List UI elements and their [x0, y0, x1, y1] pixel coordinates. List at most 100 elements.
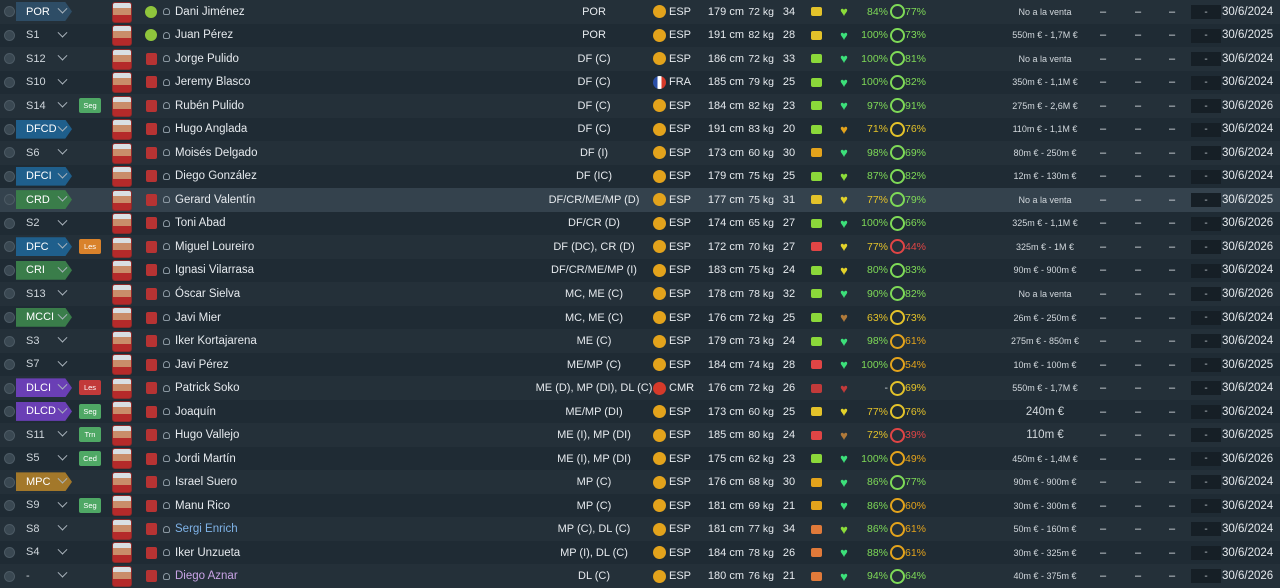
position-selector[interactable]: MCCI — [16, 307, 72, 327]
table-row[interactable]: S7 Javi Pérez ME/MP (C) ESP 184 cm 74 kg… — [0, 352, 1280, 377]
player-name-link[interactable]: Iker Kortajarena — [175, 329, 375, 353]
player-face-avatar[interactable] — [111, 283, 133, 305]
player-name-link[interactable]: Iker Unzueta — [175, 541, 375, 565]
row-select-icon[interactable] — [3, 423, 15, 447]
row-select-icon[interactable] — [3, 447, 15, 471]
player-name-link[interactable]: Hugo Vallejo — [175, 423, 375, 447]
position-selector[interactable]: DFCD — [16, 119, 72, 139]
table-row[interactable]: S5 Ced Jordi Martín ME (I), MP (DI) ESP … — [0, 446, 1280, 471]
table-row[interactable]: MCCI Javi Mier MC, ME (C) ESP 176 cm 72 … — [0, 305, 1280, 330]
player-name-link[interactable]: Rubén Pulido — [175, 94, 375, 118]
table-row[interactable]: MPC Israel Suero MP (C) ESP 176 cm 68 kg… — [0, 470, 1280, 494]
player-name-link[interactable]: Javi Pérez — [175, 353, 375, 377]
player-face-avatar[interactable] — [111, 72, 133, 94]
position-selector[interactable]: CRI — [16, 260, 72, 280]
player-face-avatar[interactable] — [111, 471, 133, 493]
position-selector[interactable]: S6 — [16, 143, 72, 162]
row-select-icon[interactable] — [3, 494, 15, 518]
player-face-avatar[interactable] — [111, 1, 133, 23]
row-select-icon[interactable] — [3, 118, 15, 142]
table-row[interactable]: S1 Juan Pérez POR ESP 191 cm 82 kg 28 ♥ … — [0, 23, 1280, 48]
table-row[interactable]: DFCD Hugo Anglada DF (C) ESP 191 cm 83 k… — [0, 117, 1280, 142]
player-name-link[interactable]: Diego Aznar — [175, 564, 375, 588]
player-face-avatar[interactable] — [111, 189, 133, 211]
table-row[interactable]: POR Dani Jiménez POR ESP 179 cm 72 kg 34… — [0, 0, 1280, 24]
player-face-avatar[interactable] — [111, 495, 133, 517]
row-select-icon[interactable] — [3, 517, 15, 541]
table-row[interactable]: S13 Óscar Sielva MC, ME (C) ESP 178 cm 7… — [0, 282, 1280, 306]
table-row[interactable]: S11 Trn Hugo Vallejo ME (I), MP (DI) ESP… — [0, 423, 1280, 447]
position-selector[interactable]: S4 — [16, 543, 72, 562]
player-face-avatar[interactable] — [111, 330, 133, 352]
player-name-link[interactable]: Joaquín — [175, 400, 375, 424]
table-row[interactable]: S6 Moisés Delgado DF (I) ESP 173 cm 60 k… — [0, 141, 1280, 165]
position-selector[interactable]: S13 — [16, 284, 72, 303]
player-face-avatar[interactable] — [111, 377, 133, 399]
position-selector[interactable]: - — [16, 566, 72, 585]
position-selector[interactable]: S8 — [16, 519, 72, 538]
position-selector[interactable]: S14 — [16, 96, 72, 115]
position-selector[interactable]: S5 — [16, 449, 72, 468]
player-face-avatar[interactable] — [111, 401, 133, 423]
player-name-link[interactable]: Toni Abad — [175, 212, 375, 236]
player-face-avatar[interactable] — [111, 213, 133, 235]
player-name-link[interactable]: Ignasi Vilarrasa — [175, 259, 375, 283]
player-face-avatar[interactable] — [111, 542, 133, 564]
row-select-icon[interactable] — [3, 0, 15, 24]
position-selector[interactable]: MPC — [16, 472, 72, 492]
row-select-icon[interactable] — [3, 212, 15, 236]
player-face-avatar[interactable] — [111, 25, 133, 47]
player-name-link[interactable]: Óscar Sielva — [175, 282, 375, 306]
table-row[interactable]: S3 Iker Kortajarena ME (C) ESP 179 cm 73… — [0, 329, 1280, 353]
position-selector[interactable]: DFC — [16, 237, 72, 257]
position-selector[interactable]: CRD — [16, 190, 72, 210]
table-row[interactable]: DFCI Diego González DF (IC) ESP 179 cm 7… — [0, 164, 1280, 189]
player-face-avatar[interactable] — [111, 142, 133, 164]
player-name-link[interactable]: Miguel Loureiro — [175, 235, 375, 259]
player-name-link[interactable]: Jeremy Blasco — [175, 71, 375, 95]
position-selector[interactable]: DLCD — [16, 401, 72, 421]
position-selector[interactable]: S10 — [16, 73, 72, 92]
player-face-avatar[interactable] — [111, 307, 133, 329]
player-name-link[interactable]: Jordi Martín — [175, 447, 375, 471]
player-name-link[interactable]: Dani Jiménez — [175, 0, 375, 24]
player-name-link[interactable]: Javi Mier — [175, 306, 375, 330]
player-name-link[interactable]: Sergi Enrich — [175, 517, 375, 541]
table-row[interactable]: DFC Les Miguel Loureiro DF (DC), CR (D) … — [0, 235, 1280, 259]
position-selector[interactable]: S2 — [16, 214, 72, 233]
table-row[interactable]: - Diego Aznar DL (C) ESP 180 cm 76 kg 21… — [0, 564, 1280, 588]
player-name-link[interactable]: Manu Rico — [175, 494, 375, 518]
table-row[interactable]: DLCD Seg Joaquín ME/MP (DI) ESP 173 cm 6… — [0, 399, 1280, 424]
player-face-avatar[interactable] — [111, 260, 133, 282]
table-row[interactable]: S2 Toni Abad DF/CR (D) ESP 174 cm 65 kg … — [0, 211, 1280, 236]
table-row[interactable]: DLCI Les Patrick Soko ME (D), MP (DI), D… — [0, 376, 1280, 400]
table-row[interactable]: S8 Sergi Enrich MP (C), DL (C) ESP 181 c… — [0, 517, 1280, 541]
player-name-link[interactable]: Jorge Pulido — [175, 47, 375, 71]
player-name-link[interactable]: Diego González — [175, 165, 375, 189]
row-select-icon[interactable] — [3, 47, 15, 71]
table-row[interactable]: S14 Seg Rubén Pulido DF (C) ESP 184 cm 8… — [0, 94, 1280, 118]
row-select-icon[interactable] — [3, 71, 15, 95]
player-face-avatar[interactable] — [111, 424, 133, 446]
player-name-link[interactable]: Juan Pérez — [175, 24, 375, 48]
player-name-link[interactable]: Moisés Delgado — [175, 141, 375, 165]
player-face-avatar[interactable] — [111, 48, 133, 70]
player-face-avatar[interactable] — [111, 166, 133, 188]
row-select-icon[interactable] — [3, 306, 15, 330]
position-selector[interactable]: S7 — [16, 355, 72, 374]
position-selector[interactable]: S3 — [16, 331, 72, 350]
row-select-icon[interactable] — [3, 376, 15, 400]
row-select-icon[interactable] — [3, 165, 15, 189]
position-selector[interactable]: S1 — [16, 26, 72, 45]
table-row[interactable]: S9 Seg Manu Rico MP (C) ESP 181 cm 69 kg… — [0, 493, 1280, 518]
row-select-icon[interactable] — [3, 24, 15, 48]
position-selector[interactable]: DLCI — [16, 378, 72, 398]
row-select-icon[interactable] — [3, 259, 15, 283]
player-name-link[interactable]: Hugo Anglada — [175, 118, 375, 142]
player-face-avatar[interactable] — [111, 448, 133, 470]
player-face-avatar[interactable] — [111, 95, 133, 117]
position-selector[interactable]: S12 — [16, 49, 72, 68]
player-face-avatar[interactable] — [111, 354, 133, 376]
row-select-icon[interactable] — [3, 188, 15, 212]
table-row[interactable]: CRI Ignasi Vilarrasa DF/CR/ME/MP (I) ESP… — [0, 258, 1280, 283]
